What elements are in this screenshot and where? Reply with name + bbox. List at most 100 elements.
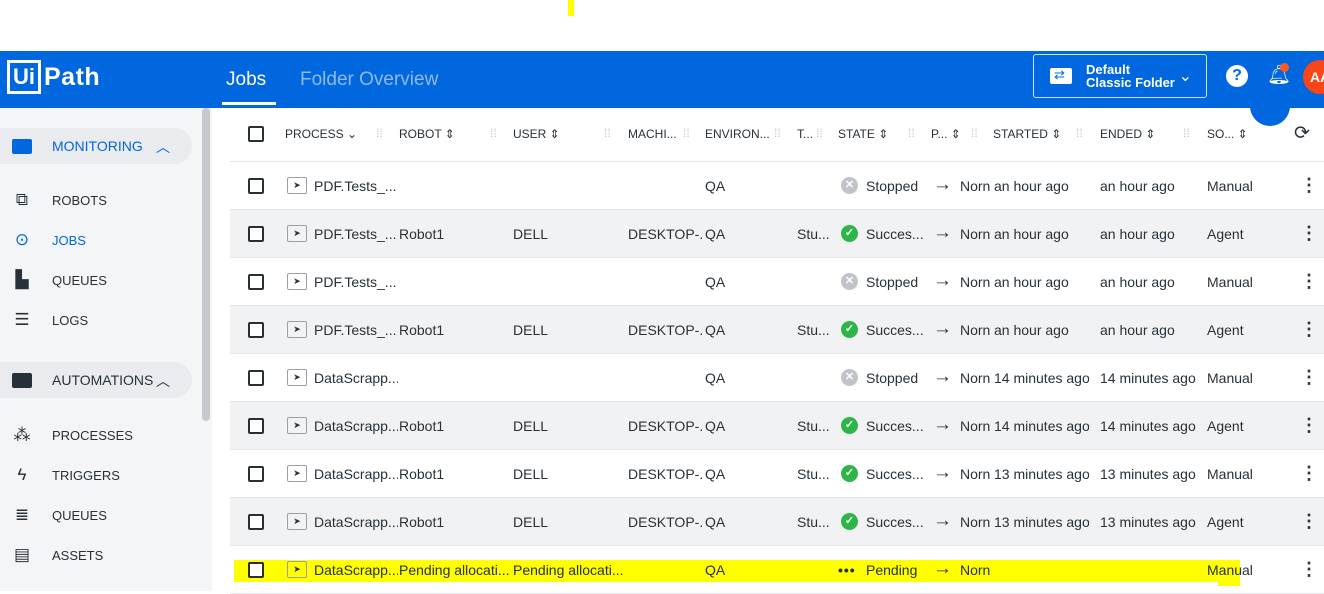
- cell-machine: DESKTOP-...: [628, 226, 702, 242]
- sidebar-item-processes[interactable]: ⁂ PROCESSES: [0, 421, 200, 449]
- table-row[interactable]: ➤ DataScrapp...Robot1 DELL DESKTOP-...QA Stu…: [230, 498, 1324, 546]
- column-header-robot[interactable]: ROBOT ⇕: [399, 127, 455, 141]
- column-resize-handle[interactable]: ⁞⁞: [490, 126, 497, 140]
- cell-ended: an hour ago: [1100, 322, 1175, 338]
- row-checkbox[interactable]: [248, 226, 264, 242]
- sidebar-item-queues[interactable]: ▙ QUEUES: [0, 266, 200, 294]
- cell-ended: 13 minutes ago: [1100, 514, 1196, 530]
- sidebar-item-label: TRIGGERS: [52, 467, 120, 483]
- column-header-state[interactable]: STATE ⇕: [838, 127, 888, 141]
- column-header-machine[interactable]: MACHI...: [628, 127, 677, 141]
- table-row[interactable]: ➤ PDF.Tests_...Robot1 DELL DESKTOP-...QA Stu…: [230, 306, 1324, 354]
- sidebar-item-assets[interactable]: ▤ ASSETS: [0, 541, 200, 569]
- sidebar-item-jobs[interactable]: ⊙ JOBS: [0, 226, 200, 254]
- table-row[interactable]: ➤ PDF.Tests_...Robot1 DELL DESKTOP-...QA Stu…: [230, 210, 1324, 258]
- cell-process[interactable]: PDF.Tests_...: [314, 178, 398, 194]
- column-resize-handle[interactable]: ⁞⁞: [604, 126, 611, 140]
- folder-selector-button[interactable]: Default Classic Folder ⌄: [1033, 54, 1207, 98]
- row-checkbox[interactable]: [248, 418, 264, 434]
- sidebar-group-automations[interactable]: AUTOMATIONS ︿: [0, 362, 192, 398]
- table-row[interactable]: ➤ PDF.Tests_... QA ✕ Stopped → Norn an hour ago…: [230, 162, 1324, 210]
- hierarchy-icon: ⁂: [13, 425, 31, 444]
- table-row[interactable]: ➤ DataScrapp...Robot1 DELL DESKTOP-...QA Stu…: [230, 450, 1324, 498]
- cell-process[interactable]: DataScrapp...: [314, 562, 398, 578]
- select-all-checkbox[interactable]: [248, 126, 264, 142]
- cell-user: DELL: [513, 418, 549, 434]
- column-header-type[interactable]: T...: [797, 127, 813, 141]
- table-row[interactable]: ➤ DataScrapp...Robot1 DELL DESKTOP-...QA Stu…: [230, 402, 1324, 450]
- cell-process[interactable]: DataScrapp...: [314, 466, 398, 482]
- sidebar-item-triggers[interactable]: ϟ TRIGGERS: [0, 461, 200, 489]
- more-options-icon[interactable]: ⋮: [1300, 463, 1318, 484]
- cell-process[interactable]: PDF.Tests_...: [314, 274, 398, 290]
- column-header-source[interactable]: SO... ⇕: [1207, 127, 1248, 141]
- tab-jobs[interactable]: Jobs: [226, 69, 266, 91]
- cursor-icon: ➤: [287, 273, 307, 290]
- sidebar-item-logs[interactable]: ☰ LOGS: [0, 306, 200, 334]
- row-checkbox[interactable]: [248, 562, 264, 578]
- cursor-icon: ➤: [287, 321, 307, 338]
- more-options-icon[interactable]: ⋮: [1300, 559, 1318, 580]
- cell-priority: Norn: [960, 370, 991, 386]
- sidebar-group-monitoring[interactable]: MONITORING ︿: [0, 128, 192, 164]
- column-header-started[interactable]: STARTED ⇕: [993, 127, 1061, 141]
- stack-icon: ≣: [14, 505, 30, 524]
- more-options-icon[interactable]: ⋮: [1300, 415, 1318, 436]
- help-icon[interactable]: ?: [1226, 65, 1248, 87]
- row-checkbox[interactable]: [248, 178, 264, 194]
- more-options-icon[interactable]: ⋮: [1300, 511, 1318, 532]
- column-resize-handle[interactable]: ⁞⁞: [683, 126, 690, 140]
- check-circle-icon: ✓: [841, 321, 858, 338]
- cell-robot: Robot1: [399, 226, 445, 242]
- arrow-right-icon: →: [933, 222, 952, 243]
- cell-process[interactable]: PDF.Tests_...: [314, 226, 398, 242]
- row-checkbox[interactable]: [248, 322, 264, 338]
- row-checkbox[interactable]: [248, 370, 264, 386]
- column-resize-handle[interactable]: ⁞⁞: [971, 126, 978, 140]
- more-options-icon[interactable]: ⋮: [1300, 271, 1318, 292]
- more-options-icon[interactable]: ⋮: [1300, 175, 1318, 196]
- column-resize-handle[interactable]: ⁞⁞: [1183, 126, 1190, 140]
- cell-state: Succes...: [866, 514, 924, 530]
- column-resize-handle[interactable]: ⁞⁞: [908, 126, 915, 140]
- column-header-priority[interactable]: P... ⇕: [931, 127, 961, 141]
- robot-icon: ⧉: [15, 190, 29, 209]
- sidebar-scrollbar[interactable]: [202, 108, 210, 421]
- cell-ended: an hour ago: [1100, 178, 1175, 194]
- cell-robot: Robot1: [399, 514, 445, 530]
- table-row[interactable]: ➤ DataScrapp... Pending allocati... Pending…: [230, 546, 1324, 594]
- column-header-process[interactable]: PROCESS ⌄: [285, 127, 357, 141]
- column-header-environment[interactable]: ENVIRON...: [705, 127, 770, 141]
- cell-started: an hour ago: [994, 322, 1069, 338]
- more-options-icon[interactable]: ⋮: [1300, 223, 1318, 244]
- refresh-icon[interactable]: ⟳: [1294, 122, 1310, 145]
- column-header-user[interactable]: USER ⇕: [513, 127, 560, 141]
- avatar[interactable]: AA: [1303, 60, 1324, 94]
- sidebar-item-queues-automation[interactable]: ≣ QUEUES: [0, 501, 200, 529]
- cell-machine: DESKTOP-...: [628, 418, 702, 434]
- column-header-ended[interactable]: ENDED ⇕: [1100, 127, 1155, 141]
- column-resize-handle[interactable]: ⁞⁞: [816, 126, 823, 140]
- cell-priority: Norn: [960, 514, 991, 530]
- table-row[interactable]: ➤ DataScrapp... QA ✕ Stopped → Norn 14 minutes …: [230, 354, 1324, 402]
- uipath-logo[interactable]: Ui Path: [7, 60, 100, 94]
- cell-process[interactable]: DataScrapp...: [314, 514, 398, 530]
- top-strip: [0, 0, 1324, 51]
- column-resize-handle[interactable]: ⁞⁞: [774, 126, 781, 140]
- cell-user: DELL: [513, 466, 549, 482]
- sidebar-item-robots[interactable]: ⧉ ROBOTS: [0, 186, 200, 214]
- row-checkbox[interactable]: [248, 466, 264, 482]
- cell-started: an hour ago: [994, 178, 1069, 194]
- column-resize-handle[interactable]: ⁞⁞: [1076, 126, 1083, 140]
- tab-folder-overview[interactable]: Folder Overview: [300, 69, 438, 91]
- table-row[interactable]: ➤ PDF.Tests_... QA ✕ Stopped → Norn an hour ago…: [230, 258, 1324, 306]
- cell-process[interactable]: DataScrapp...: [314, 418, 398, 434]
- row-checkbox[interactable]: [248, 274, 264, 290]
- cell-source: Manual: [1207, 178, 1253, 194]
- column-resize-handle[interactable]: ⁞⁞: [376, 126, 383, 140]
- more-options-icon[interactable]: ⋮: [1300, 367, 1318, 388]
- cell-process[interactable]: PDF.Tests_...: [314, 322, 398, 338]
- row-checkbox[interactable]: [248, 514, 264, 530]
- cell-process[interactable]: DataScrapp...: [314, 370, 398, 386]
- more-options-icon[interactable]: ⋮: [1300, 319, 1318, 340]
